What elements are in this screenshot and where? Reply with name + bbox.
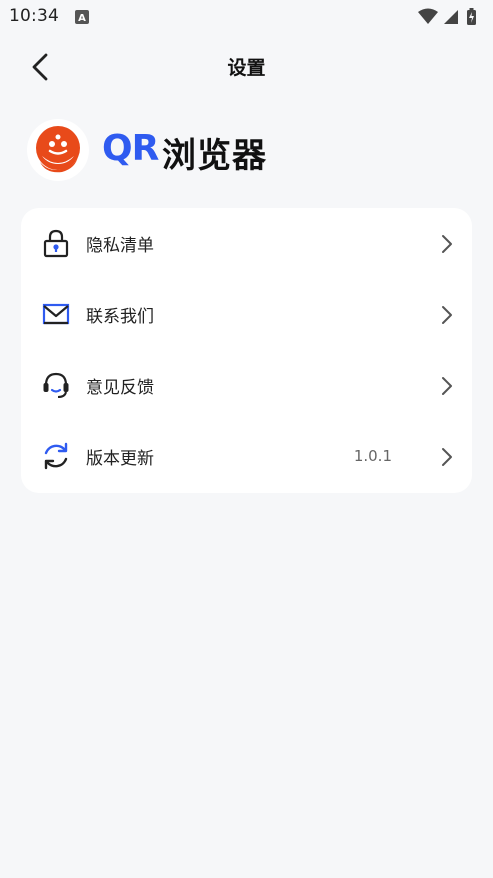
chevron-right-icon (442, 235, 452, 253)
page-title: 设置 (227, 57, 266, 79)
wifi-icon (418, 8, 438, 24)
mail-icon (42, 303, 70, 325)
nav-bar: 设置 (0, 40, 493, 92)
chevron-right-icon (442, 377, 452, 395)
menu-item-update[interactable]: 版本更新 1.0.1 (21, 421, 472, 492)
menu-item-feedback[interactable]: 意见反馈 (21, 350, 472, 421)
status-time: 10:34 (9, 6, 59, 26)
status-icons (417, 8, 483, 30)
chevron-right-icon (442, 306, 452, 324)
lock-icon (43, 229, 69, 258)
brand-cn-text: 浏览器 (162, 136, 267, 176)
menu-item-privacy[interactable]: 隐私清单 (21, 208, 472, 279)
refresh-icon (44, 442, 68, 470)
menu-item-label: 联系我们 (86, 307, 154, 327)
svg-text:A: A (78, 13, 86, 24)
chevron-right-icon (442, 448, 452, 466)
headset-icon (43, 372, 69, 398)
version-value: 1.0.1 (353, 447, 392, 465)
brand-header: QR 浏览器 (26, 118, 326, 182)
settings-card: 隐私清单 联系我们 意见反馈 版本更新 1.0.1 (21, 208, 472, 493)
battery-charging-icon (467, 8, 476, 25)
brand-qr-text: QR (102, 128, 159, 169)
menu-item-label: 隐私清单 (86, 236, 154, 256)
app-logo-icon (27, 119, 89, 181)
a-notification-icon: A (75, 10, 89, 24)
menu-item-contact[interactable]: 联系我们 (21, 279, 472, 350)
status-bar: 10:34 A (0, 0, 493, 34)
menu-item-label: 意见反馈 (86, 378, 154, 398)
signal-icon (444, 10, 458, 24)
menu-item-label: 版本更新 (86, 449, 154, 469)
